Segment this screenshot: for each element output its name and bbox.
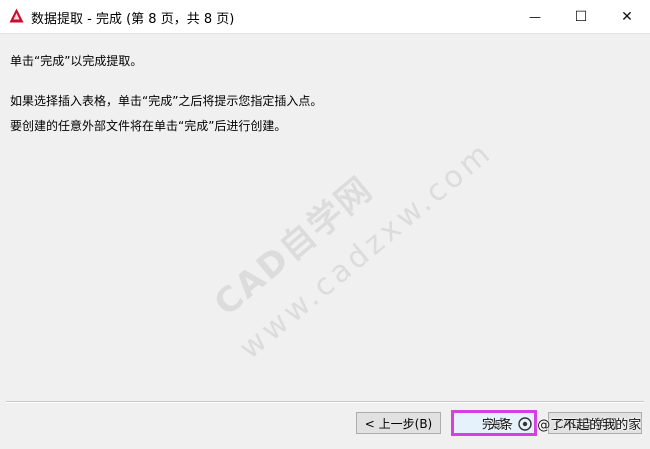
- title-bar: 数据提取 - 完成 (第 8 页，共 8 页) — ☐ ✕: [0, 0, 650, 34]
- back-button[interactable]: < 上一步(B): [356, 412, 441, 434]
- close-icon: ✕: [621, 8, 633, 25]
- minimize-icon: —: [529, 9, 541, 24]
- attribution-handle: @了不起的我的家: [537, 418, 642, 433]
- watermark-url: www.cadzxw.com: [232, 134, 500, 367]
- instruction-external-file: 要创建的任意外部文件将在单击“完成”后进行创建。: [10, 119, 287, 133]
- autocad-logo-icon: [9, 8, 24, 23]
- maximize-button[interactable]: ☐: [558, 0, 604, 33]
- maximize-icon: ☐: [574, 8, 588, 25]
- close-button[interactable]: ✕: [604, 0, 650, 33]
- footer-separator: [6, 401, 644, 403]
- instruction-finish: 单击“完成”以完成提取。: [10, 54, 143, 68]
- watermark: CAD自学网 www.cadzxw.com: [207, 99, 500, 366]
- attribution-prefix: 头条: [487, 418, 514, 433]
- minimize-button[interactable]: —: [512, 0, 558, 33]
- watermark-brand: CAD自学网: [206, 168, 381, 324]
- attribution-overlay: 头条 @了不起的我的家: [487, 414, 641, 433]
- instruction-insert-table: 如果选择插入表格，单击“完成”之后将提示您指定插入点。: [10, 94, 323, 108]
- window-title: 数据提取 - 完成 (第 8 页，共 8 页): [31, 12, 235, 27]
- toutiao-logo-icon: [518, 417, 532, 431]
